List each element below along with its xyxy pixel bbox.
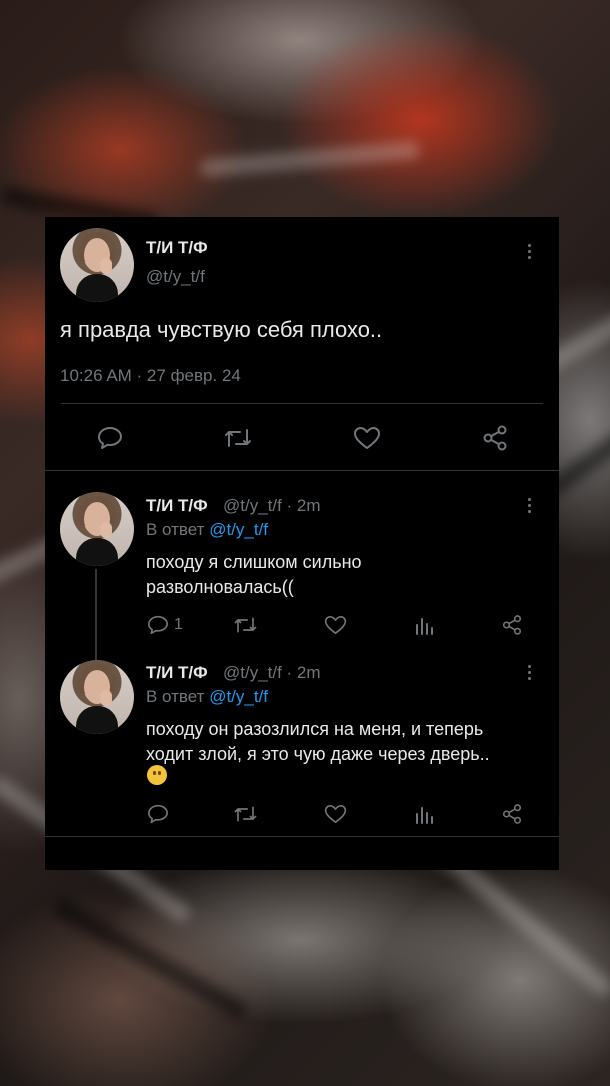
- reply-text-line: ходит злой, я это чую даже через дверь..: [146, 744, 490, 764]
- share-icon[interactable]: [501, 614, 523, 636]
- avatar[interactable]: [60, 660, 134, 734]
- author-name[interactable]: Т/И Т/Ф: [146, 663, 208, 683]
- retweet-icon[interactable]: [223, 426, 253, 450]
- face-without-mouth-emoji: [147, 765, 167, 785]
- comment-icon[interactable]: [147, 615, 169, 635]
- stats-icon[interactable]: [414, 616, 434, 636]
- replying-to: В ответ @t/y_t/f: [146, 687, 268, 707]
- more-icon[interactable]: [527, 498, 533, 516]
- reply-text-line: походу я слишком сильно: [146, 552, 362, 572]
- avatar[interactable]: [60, 228, 134, 302]
- replying-to: В ответ @t/y_t/f: [146, 520, 268, 540]
- retweet-icon[interactable]: [233, 804, 258, 824]
- tweet-thread-card: Т/И Т/Ф @t/y_t/f я правда чувствую себя …: [45, 217, 559, 870]
- share-icon[interactable]: [481, 424, 509, 452]
- comment-icon[interactable]: [147, 804, 169, 824]
- divider: [45, 836, 559, 837]
- avatar[interactable]: [60, 492, 134, 566]
- share-icon[interactable]: [501, 803, 523, 825]
- more-icon[interactable]: [527, 665, 533, 683]
- divider: [45, 470, 559, 471]
- author-name[interactable]: Т/И Т/Ф: [146, 238, 208, 258]
- reply-prefix: В ответ: [146, 687, 205, 706]
- author-handle-time[interactable]: @t/y_t/f · 2m: [223, 663, 321, 683]
- retweet-icon[interactable]: [233, 615, 258, 635]
- reply-text-line: походу он разозлился на меня, и теперь: [146, 719, 484, 739]
- author-handle-time[interactable]: @t/y_t/f · 2m: [223, 496, 321, 516]
- author-name[interactable]: Т/И Т/Ф: [146, 496, 208, 516]
- heart-icon[interactable]: [324, 615, 347, 635]
- more-icon[interactable]: [527, 244, 533, 262]
- tweet-timestamp[interactable]: 10:26 AM · 27 февр. 24: [60, 366, 241, 386]
- reply-mention-link[interactable]: @t/y_t/f: [209, 520, 268, 539]
- reply-mention-link[interactable]: @t/y_t/f: [209, 687, 268, 706]
- heart-icon[interactable]: [324, 804, 347, 824]
- comment-icon[interactable]: [97, 426, 123, 450]
- heart-icon[interactable]: [353, 426, 381, 450]
- stats-icon[interactable]: [414, 805, 434, 825]
- thread-line: [95, 569, 97, 661]
- divider: [61, 403, 543, 404]
- reply-prefix: В ответ: [146, 520, 205, 539]
- tweet-text: я правда чувствую себя плохо..: [60, 317, 383, 342]
- reply-text-line: разволновалась((: [146, 577, 294, 597]
- author-handle[interactable]: @t/y_t/f: [146, 267, 205, 287]
- reply-count: 1: [174, 616, 183, 633]
